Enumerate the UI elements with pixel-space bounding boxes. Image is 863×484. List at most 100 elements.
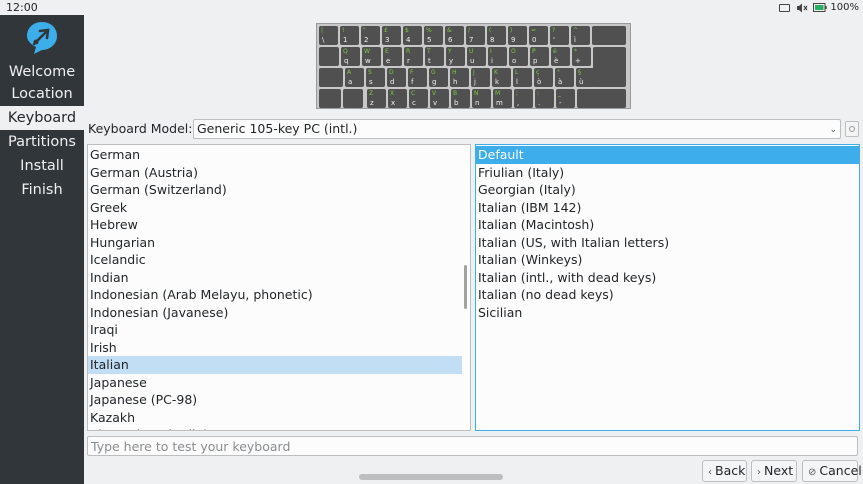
key-legend: b: [454, 99, 459, 107]
keyboard-preview-key: /7: [466, 26, 485, 45]
keyboard-preview-key: Zz: [367, 89, 386, 108]
layout-list-item[interactable]: Indonesian (Javanese): [88, 304, 462, 322]
layout-list-item[interactable]: Indian: [88, 269, 462, 287]
cancel-button[interactable]: ⊘ Cancel: [802, 460, 862, 482]
page-scroll-handle[interactable]: [359, 474, 503, 480]
layout-list-item[interactable]: German (Switzerland): [88, 181, 462, 199]
variant-list-item[interactable]: Italian (Macintosh): [476, 216, 859, 234]
reset-icon: [849, 126, 855, 132]
keyboard-preview-key: Nn: [472, 89, 491, 108]
battery-percent: 100%: [830, 2, 859, 13]
keyboard-preview-key: Ii: [488, 47, 507, 66]
key-shift-legend: (: [489, 27, 492, 34]
cancel-icon: ⊘: [808, 467, 817, 478]
keyboard-preview-key-blank: [592, 26, 626, 45]
keyboard-preview-key: Oo: [509, 47, 528, 66]
layout-list-item[interactable]: German (Austria): [88, 164, 462, 182]
layout-list-item[interactable]: Kazakh: [88, 409, 462, 427]
key-legend: 9: [511, 36, 516, 44]
keyboard-preview-key-blank: [593, 47, 626, 87]
key-legend: .: [538, 99, 541, 107]
back-button[interactable]: ‹ Back: [702, 460, 747, 482]
variant-list-item[interactable]: Georgian (Italy): [476, 181, 859, 199]
key-shift-legend: U: [469, 48, 474, 55]
keyboard-preview-key: Yy: [446, 47, 465, 66]
keyboard-preview-key: éè: [551, 47, 570, 66]
chevron-left-icon: ‹: [708, 467, 712, 478]
key-shift-legend: ^: [573, 27, 579, 34]
key-shift-legend: =: [531, 27, 537, 34]
key-legend: n: [475, 99, 480, 107]
key-shift-legend: N: [474, 90, 479, 97]
keyboard-preview-key: % 5: [424, 26, 443, 45]
key-legend: +: [575, 57, 581, 65]
layout-list-item[interactable]: Icelandic: [88, 251, 462, 269]
key-shift-legend: Q: [343, 48, 348, 55]
key-shift-legend: §: [578, 69, 581, 76]
keyboard-model-select[interactable]: Generic 105-key PC (intl.) ⌄: [193, 119, 841, 139]
key-legend: z: [370, 99, 374, 107]
variant-list-item[interactable]: Italian (IBM 142): [476, 199, 859, 217]
keyboard-preview-key: _ -: [556, 89, 575, 108]
layout-list-item[interactable]: German: [88, 146, 462, 164]
layout-list-item[interactable]: Japanese: [88, 374, 462, 392]
key-legend: u: [470, 57, 475, 65]
layout-list-item[interactable]: Irish: [88, 339, 462, 357]
layout-list-item[interactable]: Hungarian: [88, 234, 462, 252]
keyboard-preview-key: $4: [403, 26, 422, 45]
keyboard-test-input[interactable]: [87, 436, 858, 456]
next-button[interactable]: › Next: [751, 460, 797, 482]
key-shift-legend: W: [364, 48, 370, 55]
layout-list-item[interactable]: Greek: [88, 199, 462, 217]
keyboard-preview-key: Ee: [383, 47, 402, 66]
keyboard-preview-key-blank: [577, 89, 626, 108]
key-legend: 0: [532, 36, 537, 44]
key-legend: ù: [579, 78, 584, 86]
keyboard-model-reset-button[interactable]: [845, 121, 859, 137]
keyboard-preview-key: Tt: [425, 47, 444, 66]
layout-list-item[interactable]: Italian: [88, 356, 462, 374]
key-shift-legend: C: [411, 90, 416, 97]
layout-list-item[interactable]: Japanese (PC-98): [88, 391, 462, 409]
key-legend: o: [512, 57, 517, 65]
variant-list-item[interactable]: Default: [476, 146, 859, 164]
layout-list[interactable]: German German (Austria) German (Switzerlan…: [87, 144, 471, 431]
layout-list-scrollbar[interactable]: [464, 265, 467, 309]
key-shift-legend: Z: [369, 90, 374, 97]
variant-list-item[interactable]: Friulian (Italy): [476, 164, 859, 182]
key-shift-legend: O: [511, 48, 516, 55]
key-shift-legend: I: [490, 48, 492, 55]
layout-list-item[interactable]: Khmer (Cambodia): [88, 426, 462, 430]
key-legend: g: [432, 78, 437, 86]
keyboard-preview-key: Uu: [467, 47, 486, 66]
layout-list-item[interactable]: Hebrew: [88, 216, 462, 234]
keyboard-preview-key: Ss: [366, 68, 385, 87]
variant-list-item[interactable]: Sicilian: [476, 304, 859, 322]
key-legend: 1: [343, 36, 348, 44]
variant-list-item[interactable]: Italian (Winkeys): [476, 251, 859, 269]
key-legend: 6: [448, 36, 453, 44]
layout-list-item[interactable]: Indonesian (Arab Melayu, phonetic): [88, 286, 462, 304]
key-shift-legend: S: [368, 69, 372, 76]
variant-list-item[interactable]: Italian (US, with Italian letters): [476, 234, 859, 252]
key-legend: w: [365, 57, 371, 65]
keyboard-preview-key-blank: [319, 89, 341, 108]
key-shift-legend: £: [384, 27, 388, 34]
key-shift-legend: B: [453, 90, 458, 97]
keyboard-preview-key: ^ ì: [571, 26, 590, 45]
battery-icon[interactable]: [813, 2, 828, 13]
keyboard-preview-key: Bb: [451, 89, 470, 108]
speaker-muted-icon[interactable]: [796, 3, 808, 13]
key-legend: x: [391, 99, 396, 107]
key-shift-legend: P: [532, 48, 536, 55]
key-legend: h: [453, 78, 458, 86]
variant-list-item[interactable]: Italian (no dead keys): [476, 286, 859, 304]
variant-list[interactable]: Default Friulian (Italy) Georgian (Italy) I…: [475, 144, 860, 431]
key-legend: k: [495, 78, 500, 86]
key-shift-legend: F: [410, 69, 414, 76]
display-icon[interactable]: [779, 3, 791, 12]
key-legend: t: [428, 57, 431, 65]
variant-list-item[interactable]: Italian (intl., with dead keys): [476, 269, 859, 287]
layout-list-item[interactable]: Iraqi: [88, 321, 462, 339]
keyboard-preview-key: Gg: [429, 68, 448, 87]
